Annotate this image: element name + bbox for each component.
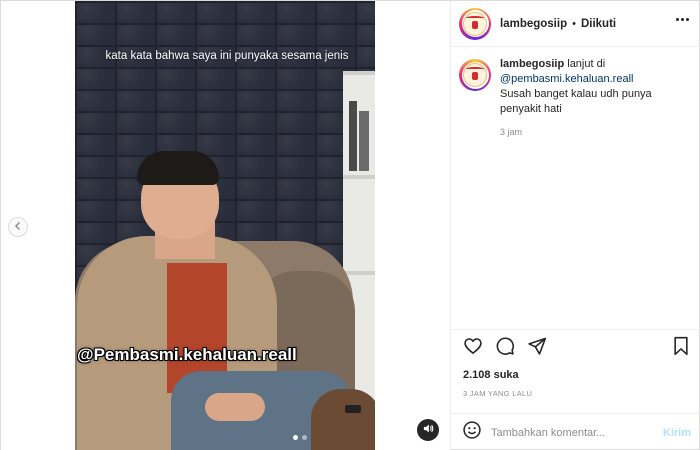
emoji-icon — [462, 420, 482, 445]
person-hands — [205, 393, 265, 421]
previous-button[interactable] — [8, 217, 28, 237]
share-icon — [527, 336, 547, 361]
heart-icon — [463, 336, 483, 361]
post-modal: kata kata bahwa saya ini punyaka sesama … — [0, 0, 700, 450]
video-player[interactable]: kata kata bahwa saya ini punyaka sesama … — [75, 1, 375, 450]
post-timestamp[interactable]: 3 JAM YANG LALU — [463, 389, 532, 398]
comment-form: Kirim — [451, 413, 700, 450]
comment-icon — [495, 336, 515, 361]
header-username[interactable]: lambegosiip — [500, 18, 567, 30]
caption-body: lambegosiip lanjut di @pembasmi.kehaluan… — [500, 57, 695, 140]
video-watermark: @Pembasmi.kehaluan.reall — [77, 345, 297, 364]
following-button[interactable]: Diikuti — [581, 18, 616, 30]
header-separator: • — [572, 17, 576, 30]
media-panel: kata kata bahwa saya ini punyaka sesama … — [1, 1, 451, 450]
carousel-dot — [293, 435, 298, 440]
phone-on-table — [345, 405, 361, 413]
share-button[interactable] — [525, 337, 549, 361]
caption-text-2: Susah banget kalau udh punya penyakit ha… — [500, 88, 652, 115]
caption-avatar[interactable] — [459, 59, 491, 91]
action-bar — [451, 329, 700, 367]
mute-button[interactable] — [417, 419, 439, 441]
carousel-dot — [302, 435, 307, 440]
post-header: lambegosiip • Diikuti — [451, 1, 700, 47]
likes-count[interactable]: 2.108 suka — [463, 369, 519, 381]
carousel-indicator — [293, 435, 307, 440]
emoji-button[interactable] — [461, 420, 483, 445]
caption-username[interactable]: lambegosiip — [500, 58, 564, 70]
save-button[interactable] — [669, 336, 693, 361]
caption-mention-link[interactable]: @pembasmi.kehaluan.reall — [500, 73, 633, 85]
video-subtitle: kata kata bahwa saya ini punyaka sesama … — [105, 50, 349, 62]
caption-timestamp[interactable]: 3 jam — [500, 125, 695, 140]
post-caption: lambegosiip lanjut di @pembasmi.kehaluan… — [459, 57, 695, 140]
post-details-panel: lambegosiip • Diikuti lambegosiip lanjut… — [451, 1, 700, 450]
bookmark-icon — [672, 336, 690, 361]
like-button[interactable] — [461, 337, 485, 361]
more-horizontal-icon[interactable] — [676, 18, 689, 21]
chevron-left-icon — [13, 218, 23, 236]
speaker-icon — [423, 421, 434, 439]
caption-text-1: lanjut di — [567, 58, 606, 70]
post-comment-button[interactable]: Kirim — [663, 427, 691, 439]
comment-input[interactable] — [491, 426, 656, 439]
person-hair — [137, 151, 219, 185]
comment-button[interactable] — [493, 337, 517, 361]
side-table — [311, 389, 375, 450]
profile-logo-icon — [463, 11, 487, 36]
avatar[interactable] — [459, 7, 491, 40]
profile-logo-icon — [463, 63, 487, 87]
